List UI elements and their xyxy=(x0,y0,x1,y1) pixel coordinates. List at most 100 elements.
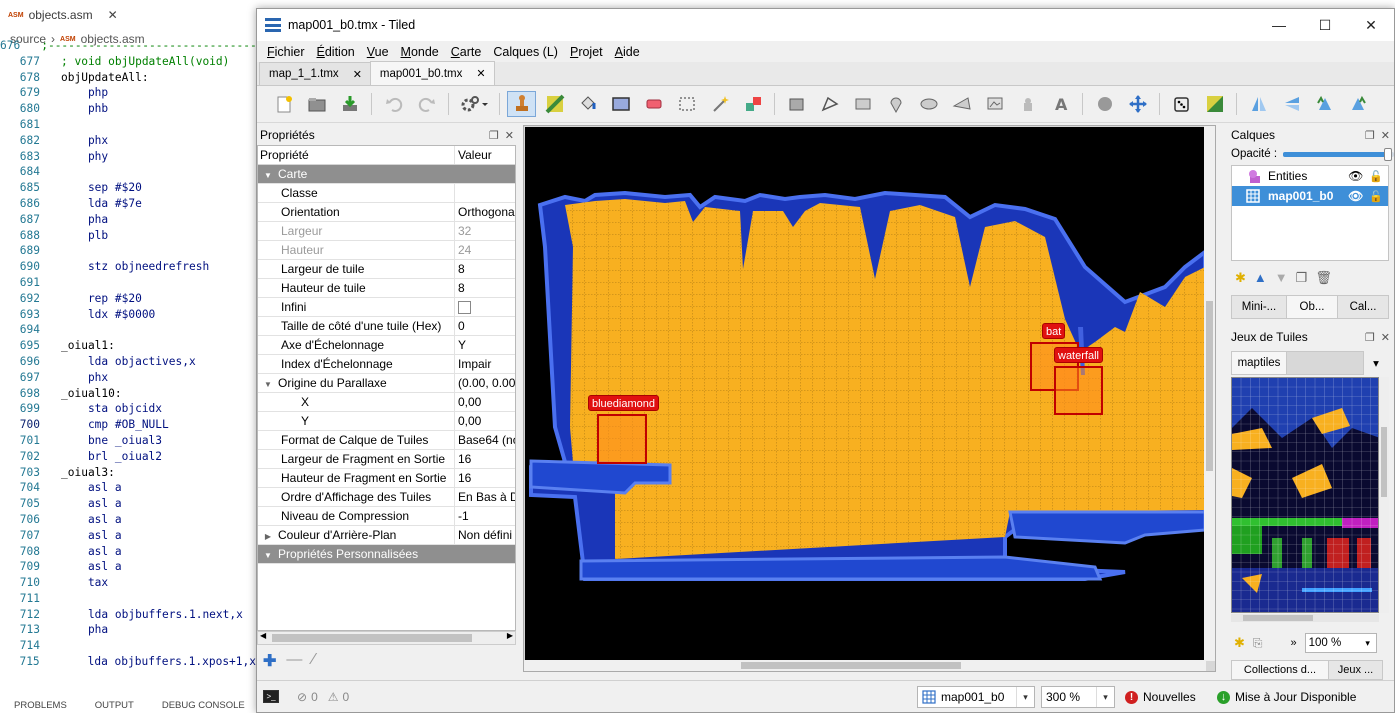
code-line[interactable]: 697 phx xyxy=(0,370,256,386)
code-line[interactable]: 704 asl a xyxy=(0,480,256,496)
console-icon[interactable]: >_ xyxy=(263,690,279,703)
property-value[interactable] xyxy=(455,184,515,202)
property-row[interactable]: X 0,00 xyxy=(258,393,515,412)
property-row[interactable]: Hauteur 24 xyxy=(258,241,515,260)
layer-map001-b0[interactable]: map001_b0 👁 🔓 xyxy=(1232,186,1388,206)
chevron-down-icon[interactable]: ▼ xyxy=(258,167,278,183)
code-line[interactable]: 699 sta objcidx xyxy=(0,401,256,417)
property-value[interactable]: 0 xyxy=(455,317,515,335)
property-row[interactable]: Largeur de tuile 8 xyxy=(258,260,515,279)
panel-tab[interactable]: OUTPUT xyxy=(81,700,148,713)
code-line[interactable]: 703 _oiual3: xyxy=(0,465,256,481)
chevron-down-icon[interactable]: ▼ xyxy=(258,376,278,392)
code-line[interactable]: 689 xyxy=(0,243,256,259)
editor-tab[interactable]: ASM objects.asm ✕ xyxy=(0,0,118,30)
code-line[interactable]: 681 xyxy=(0,117,256,133)
rotate-left-icon[interactable] xyxy=(1310,91,1339,117)
update-available-button[interactable]: ↓ Mise à Jour Disponible xyxy=(1217,690,1356,704)
property-row[interactable]: Largeur de Fragment en Sortie 16 xyxy=(258,450,515,469)
eraser-icon[interactable] xyxy=(639,91,668,117)
map-hscrollbar[interactable] xyxy=(524,660,1206,671)
magic-wand-icon[interactable] xyxy=(705,91,734,117)
property-row[interactable]: Infini xyxy=(258,298,515,317)
object-waterfall[interactable] xyxy=(1054,366,1103,415)
property-value[interactable] xyxy=(455,165,515,183)
close-icon[interactable]: ✕ xyxy=(505,129,514,142)
property-value[interactable]: 0,00 xyxy=(455,412,515,430)
edit-polygons-icon[interactable] xyxy=(815,91,844,117)
property-row[interactable]: Axe d'Échelonnage Y xyxy=(258,336,515,355)
menu-item[interactable]: Fichier xyxy=(261,45,311,59)
code-line[interactable]: 715 lda objbuffers.1.xpos+1,x xyxy=(0,654,256,670)
property-row[interactable]: ▶ Couleur d'Arrière-Plan Non défini xyxy=(258,526,515,545)
open-folder-icon[interactable] xyxy=(302,91,331,117)
tileset-zoom-select[interactable]: 100 % ▾ xyxy=(1304,633,1377,653)
property-value[interactable]: Orthogonal xyxy=(455,203,515,221)
rename-property-icon[interactable]: ∕ xyxy=(312,651,315,671)
select-objects-icon[interactable] xyxy=(782,91,811,117)
code-line[interactable]: 692 rep #$20 xyxy=(0,291,256,307)
code-line[interactable]: 700 cmp #OB_NULL xyxy=(0,417,256,433)
import-tileset-icon[interactable]: ⎘ xyxy=(1253,636,1263,651)
property-value[interactable]: Y xyxy=(455,336,515,354)
menu-item[interactable]: Calques (L) xyxy=(487,45,564,59)
code-line[interactable]: 696 lda objactives,x xyxy=(0,354,256,370)
panel-tab[interactable]: PROBLEMS xyxy=(0,700,81,713)
tileset-vscrollbar[interactable] xyxy=(1379,377,1389,613)
property-row[interactable]: Index d'Échelonnage Impair xyxy=(258,355,515,374)
tileset-view[interactable] xyxy=(1231,377,1379,613)
map-vscrollbar[interactable] xyxy=(1204,126,1215,661)
code-line[interactable]: 706 asl a xyxy=(0,512,256,528)
property-value[interactable]: Base64 (non compressé) xyxy=(455,431,515,449)
minimize-icon[interactable]: — xyxy=(1256,17,1302,34)
close-icon[interactable]: ✕ xyxy=(1381,331,1390,344)
code-line[interactable]: 712 lda objbuffers.1.next,x xyxy=(0,607,256,623)
eye-icon[interactable]: 👁 xyxy=(1348,169,1363,183)
move-arrows-icon[interactable] xyxy=(1123,91,1152,117)
object-bluediamond[interactable] xyxy=(597,414,647,464)
tab-maptiles[interactable]: maptiles xyxy=(1231,351,1287,375)
code-line[interactable]: 679 php xyxy=(0,85,256,101)
stamp-brush-icon[interactable] xyxy=(507,91,536,117)
column-header-property[interactable]: Propriété xyxy=(258,146,455,164)
chevron-down-icon[interactable]: ▼ xyxy=(258,547,278,563)
terrain-brush-icon[interactable] xyxy=(540,91,569,117)
layer-entities[interactable]: Entities 👁 🔓 xyxy=(1232,166,1388,186)
eye-icon[interactable]: 👁 xyxy=(1348,189,1363,203)
float-icon[interactable]: ❐ xyxy=(1365,129,1375,142)
insert-ellipse-icon[interactable] xyxy=(914,91,943,117)
code-line[interactable]: 691 xyxy=(0,275,256,291)
insert-point-icon[interactable] xyxy=(881,91,910,117)
code-line[interactable]: 709 asl a xyxy=(0,559,256,575)
close-icon[interactable]: ✕ xyxy=(108,8,118,22)
menu-item[interactable]: Vue xyxy=(361,45,395,59)
property-row[interactable]: Hauteur de Fragment en Sortie 16 xyxy=(258,469,515,488)
close-icon[interactable]: ✕ xyxy=(353,68,362,81)
code-line[interactable]: 685 sep #$20 xyxy=(0,180,256,196)
random-mode-dice-icon[interactable] xyxy=(1167,91,1196,117)
property-row[interactable]: Ordre d'Affichage des Tuiles En Bas à Dro… xyxy=(258,488,515,507)
remove-property-icon[interactable]: — xyxy=(286,651,302,671)
property-value[interactable]: Impair xyxy=(455,355,515,373)
property-row[interactable]: Y 0,00 xyxy=(258,412,515,431)
float-icon[interactable]: ❐ xyxy=(1365,331,1375,344)
insert-rectangle-icon[interactable] xyxy=(848,91,877,117)
insert-polygon-icon[interactable] xyxy=(947,91,976,117)
code-line[interactable]: 686 lda #$7e xyxy=(0,196,256,212)
lock-icon[interactable]: 🔓 xyxy=(1369,170,1383,183)
lock-icon[interactable]: 🔓 xyxy=(1369,190,1383,203)
column-header-value[interactable]: Valeur xyxy=(455,146,515,164)
issues-counter[interactable]: ⊘ 0 ⚠ 0 xyxy=(297,690,349,704)
code-line[interactable]: 693 ldx #$0000 xyxy=(0,307,256,323)
bucket-fill-icon[interactable] xyxy=(573,91,602,117)
tab-objects[interactable]: Ob... xyxy=(1286,295,1338,319)
close-icon[interactable]: ✕ xyxy=(1348,17,1394,34)
code-line[interactable]: 713 pha xyxy=(0,622,256,638)
property-value[interactable]: (0.00, 0.00) xyxy=(455,374,515,392)
rotate-right-icon[interactable] xyxy=(1343,91,1372,117)
world-tool-icon[interactable] xyxy=(1090,91,1119,117)
map-canvas[interactable]: bluediamond bat waterfall xyxy=(525,127,1205,661)
property-row[interactable]: ▼ Origine du Parallaxe (0.00, 0.00) xyxy=(258,374,515,393)
news-button[interactable]: ! Nouvelles xyxy=(1125,690,1196,704)
property-value[interactable] xyxy=(455,545,515,563)
